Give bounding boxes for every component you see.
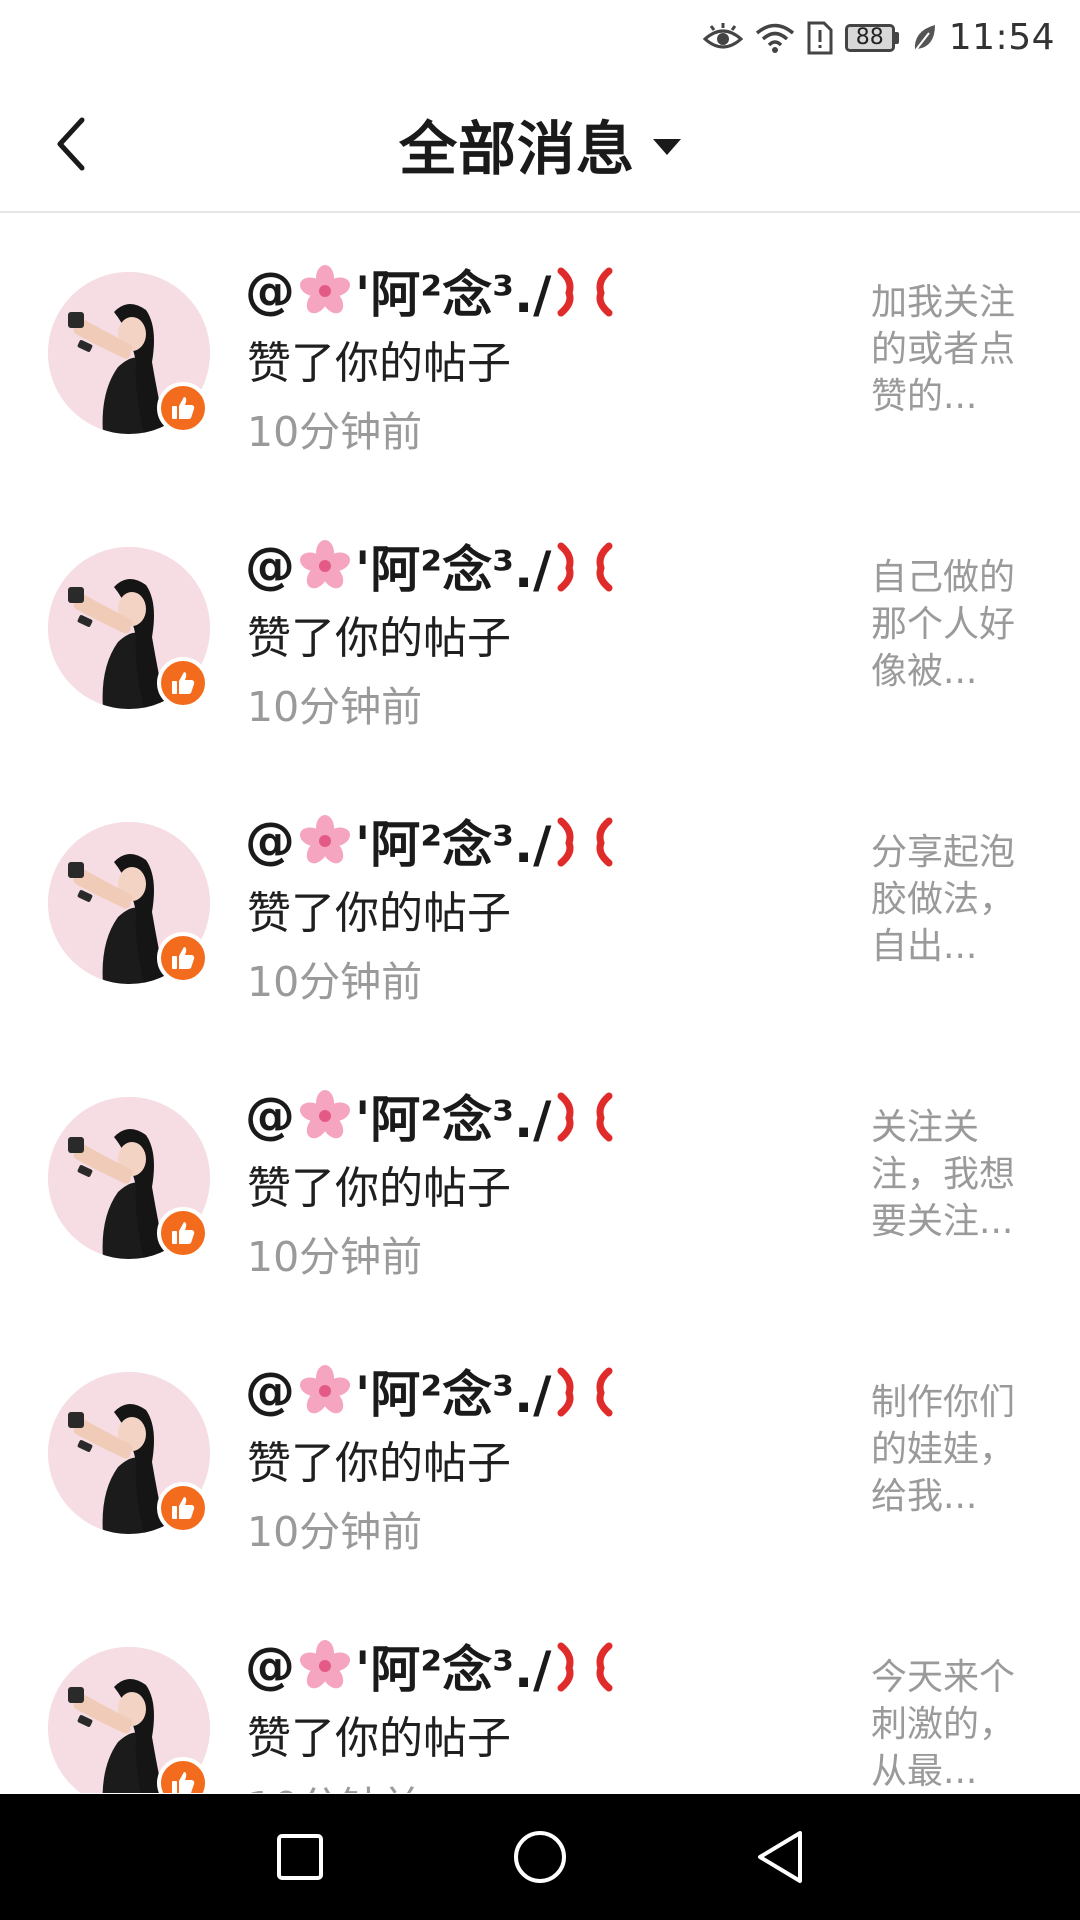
post-preview[interactable]: 自己做的那个人好像被... [871, 554, 1031, 695]
anger-symbol-icon [555, 1088, 615, 1144]
thumbs-up-icon [157, 382, 209, 434]
action-text: 赞了你的帖子 [247, 1713, 511, 1764]
user-name[interactable]: @ '阿²念³./ [245, 1355, 615, 1427]
timestamp: 10分钟前 [247, 408, 423, 456]
user-name[interactable]: @ '阿²念³./ [245, 530, 615, 602]
anger-symbol-icon [555, 1363, 615, 1419]
post-preview[interactable]: 加我关注的或者点赞的... [871, 279, 1031, 420]
back-triangle-icon [758, 1831, 802, 1883]
action-text: 赞了你的帖子 [247, 1438, 511, 1489]
action-text: 赞了你的帖子 [247, 338, 511, 389]
page-title: 全部消息 [398, 115, 635, 183]
anger-symbol-icon [555, 813, 615, 869]
cherry-blossom-icon [297, 1363, 353, 1419]
wifi-icon [755, 18, 795, 58]
timestamp: 10分钟前 [247, 1508, 423, 1556]
post-preview[interactable]: 今天来个刺激的，从最... [871, 1654, 1031, 1793]
message-item[interactable]: @ '阿²念³./ 赞了你的帖子 10分钟前 关注关注，我想要关注... [0, 1040, 1080, 1315]
header: 全部消息 [0, 75, 1080, 213]
timestamp: 10分钟前 [247, 1773, 422, 1793]
system-nav-bar [0, 1794, 1080, 1920]
home-circle-icon [514, 1831, 566, 1883]
thumbs-up-icon [157, 1207, 209, 1259]
status-bar: 88 11:54 [0, 0, 1080, 75]
cherry-blossom-icon [297, 813, 353, 869]
anger-symbol-icon [555, 263, 615, 319]
user-name[interactable]: @ '阿²念³./ [245, 1630, 615, 1702]
user-prefix: @ [245, 262, 295, 320]
message-item[interactable]: @ '阿²念³./ 赞了你的帖子 10分钟前 分享起泡胶做法，自出... [0, 765, 1080, 1040]
user-name-text: '阿²念³./ [355, 541, 552, 599]
sim-alert-icon [807, 18, 833, 58]
action-text: 赞了你的帖子 [247, 1163, 511, 1214]
user-name-text: '阿²念³./ [355, 1641, 552, 1699]
message-item[interactable]: @ '阿²念³./ 赞了你的帖子 10分钟前 今天来个刺激的，从最 [0, 1590, 1080, 1793]
status-time: 11:54 [948, 17, 1055, 58]
user-prefix: @ [245, 1087, 295, 1145]
user-prefix: @ [245, 1362, 295, 1420]
title-dropdown[interactable]: 全部消息 [0, 75, 1080, 213]
anger-symbol-icon [555, 538, 615, 594]
thumbs-up-icon [157, 932, 209, 984]
cherry-blossom-icon [297, 263, 353, 319]
caret-down-icon [653, 139, 681, 155]
user-prefix: @ [245, 812, 295, 870]
cherry-blossom-icon [297, 538, 353, 594]
battery-icon: 88 [844, 23, 899, 52]
user-name-text: '阿²念³./ [355, 816, 552, 874]
user-name-text: '阿²念³./ [355, 1366, 552, 1424]
message-list[interactable]: @ '阿²念³./ 赞了你的帖子 10分钟前 加我关注的或者点赞的... @ '… [0, 215, 1080, 1793]
eco-leaf-icon [911, 18, 937, 58]
timestamp: 10分钟前 [247, 1233, 423, 1281]
message-item[interactable]: @ '阿²念³./ 赞了你的帖子 10分钟前 制作你们的娃娃，给我... [0, 1315, 1080, 1590]
thumbs-up-icon [157, 1482, 209, 1534]
cherry-blossom-icon [297, 1088, 353, 1144]
post-preview[interactable]: 分享起泡胶做法，自出... [871, 829, 1031, 970]
user-name-text: '阿²念³./ [355, 266, 552, 324]
user-prefix: @ [245, 537, 295, 595]
cherry-blossom-icon [297, 1638, 353, 1694]
timestamp: 10分钟前 [247, 958, 423, 1006]
post-preview[interactable]: 关注关注，我想要关注... [871, 1104, 1031, 1245]
recents-button[interactable] [255, 1812, 345, 1902]
timestamp: 10分钟前 [247, 683, 423, 731]
anger-symbol-icon [555, 1638, 615, 1694]
user-name[interactable]: @ '阿²念³./ [245, 255, 615, 327]
user-name[interactable]: @ '阿²念³./ [245, 1080, 615, 1152]
home-button[interactable] [495, 1812, 585, 1902]
user-name-text: '阿²念³./ [355, 1091, 552, 1149]
recents-square-icon [277, 1834, 323, 1880]
message-item[interactable]: @ '阿²念³./ 赞了你的帖子 10分钟前 加我关注的或者点赞的... [0, 215, 1080, 490]
post-preview[interactable]: 制作你们的娃娃，给我... [871, 1379, 1031, 1520]
thumbs-up-icon [157, 657, 209, 709]
eye-comfort-icon [702, 18, 743, 58]
back-nav-button[interactable] [735, 1812, 825, 1902]
message-item[interactable]: @ '阿²念³./ 赞了你的帖子 10分钟前 自己做的那个人好像被... [0, 490, 1080, 765]
battery-level: 88 [844, 23, 895, 52]
user-name[interactable]: @ '阿²念³./ [245, 805, 615, 877]
user-prefix: @ [245, 1637, 295, 1695]
action-text: 赞了你的帖子 [247, 888, 511, 939]
action-text: 赞了你的帖子 [247, 613, 511, 664]
